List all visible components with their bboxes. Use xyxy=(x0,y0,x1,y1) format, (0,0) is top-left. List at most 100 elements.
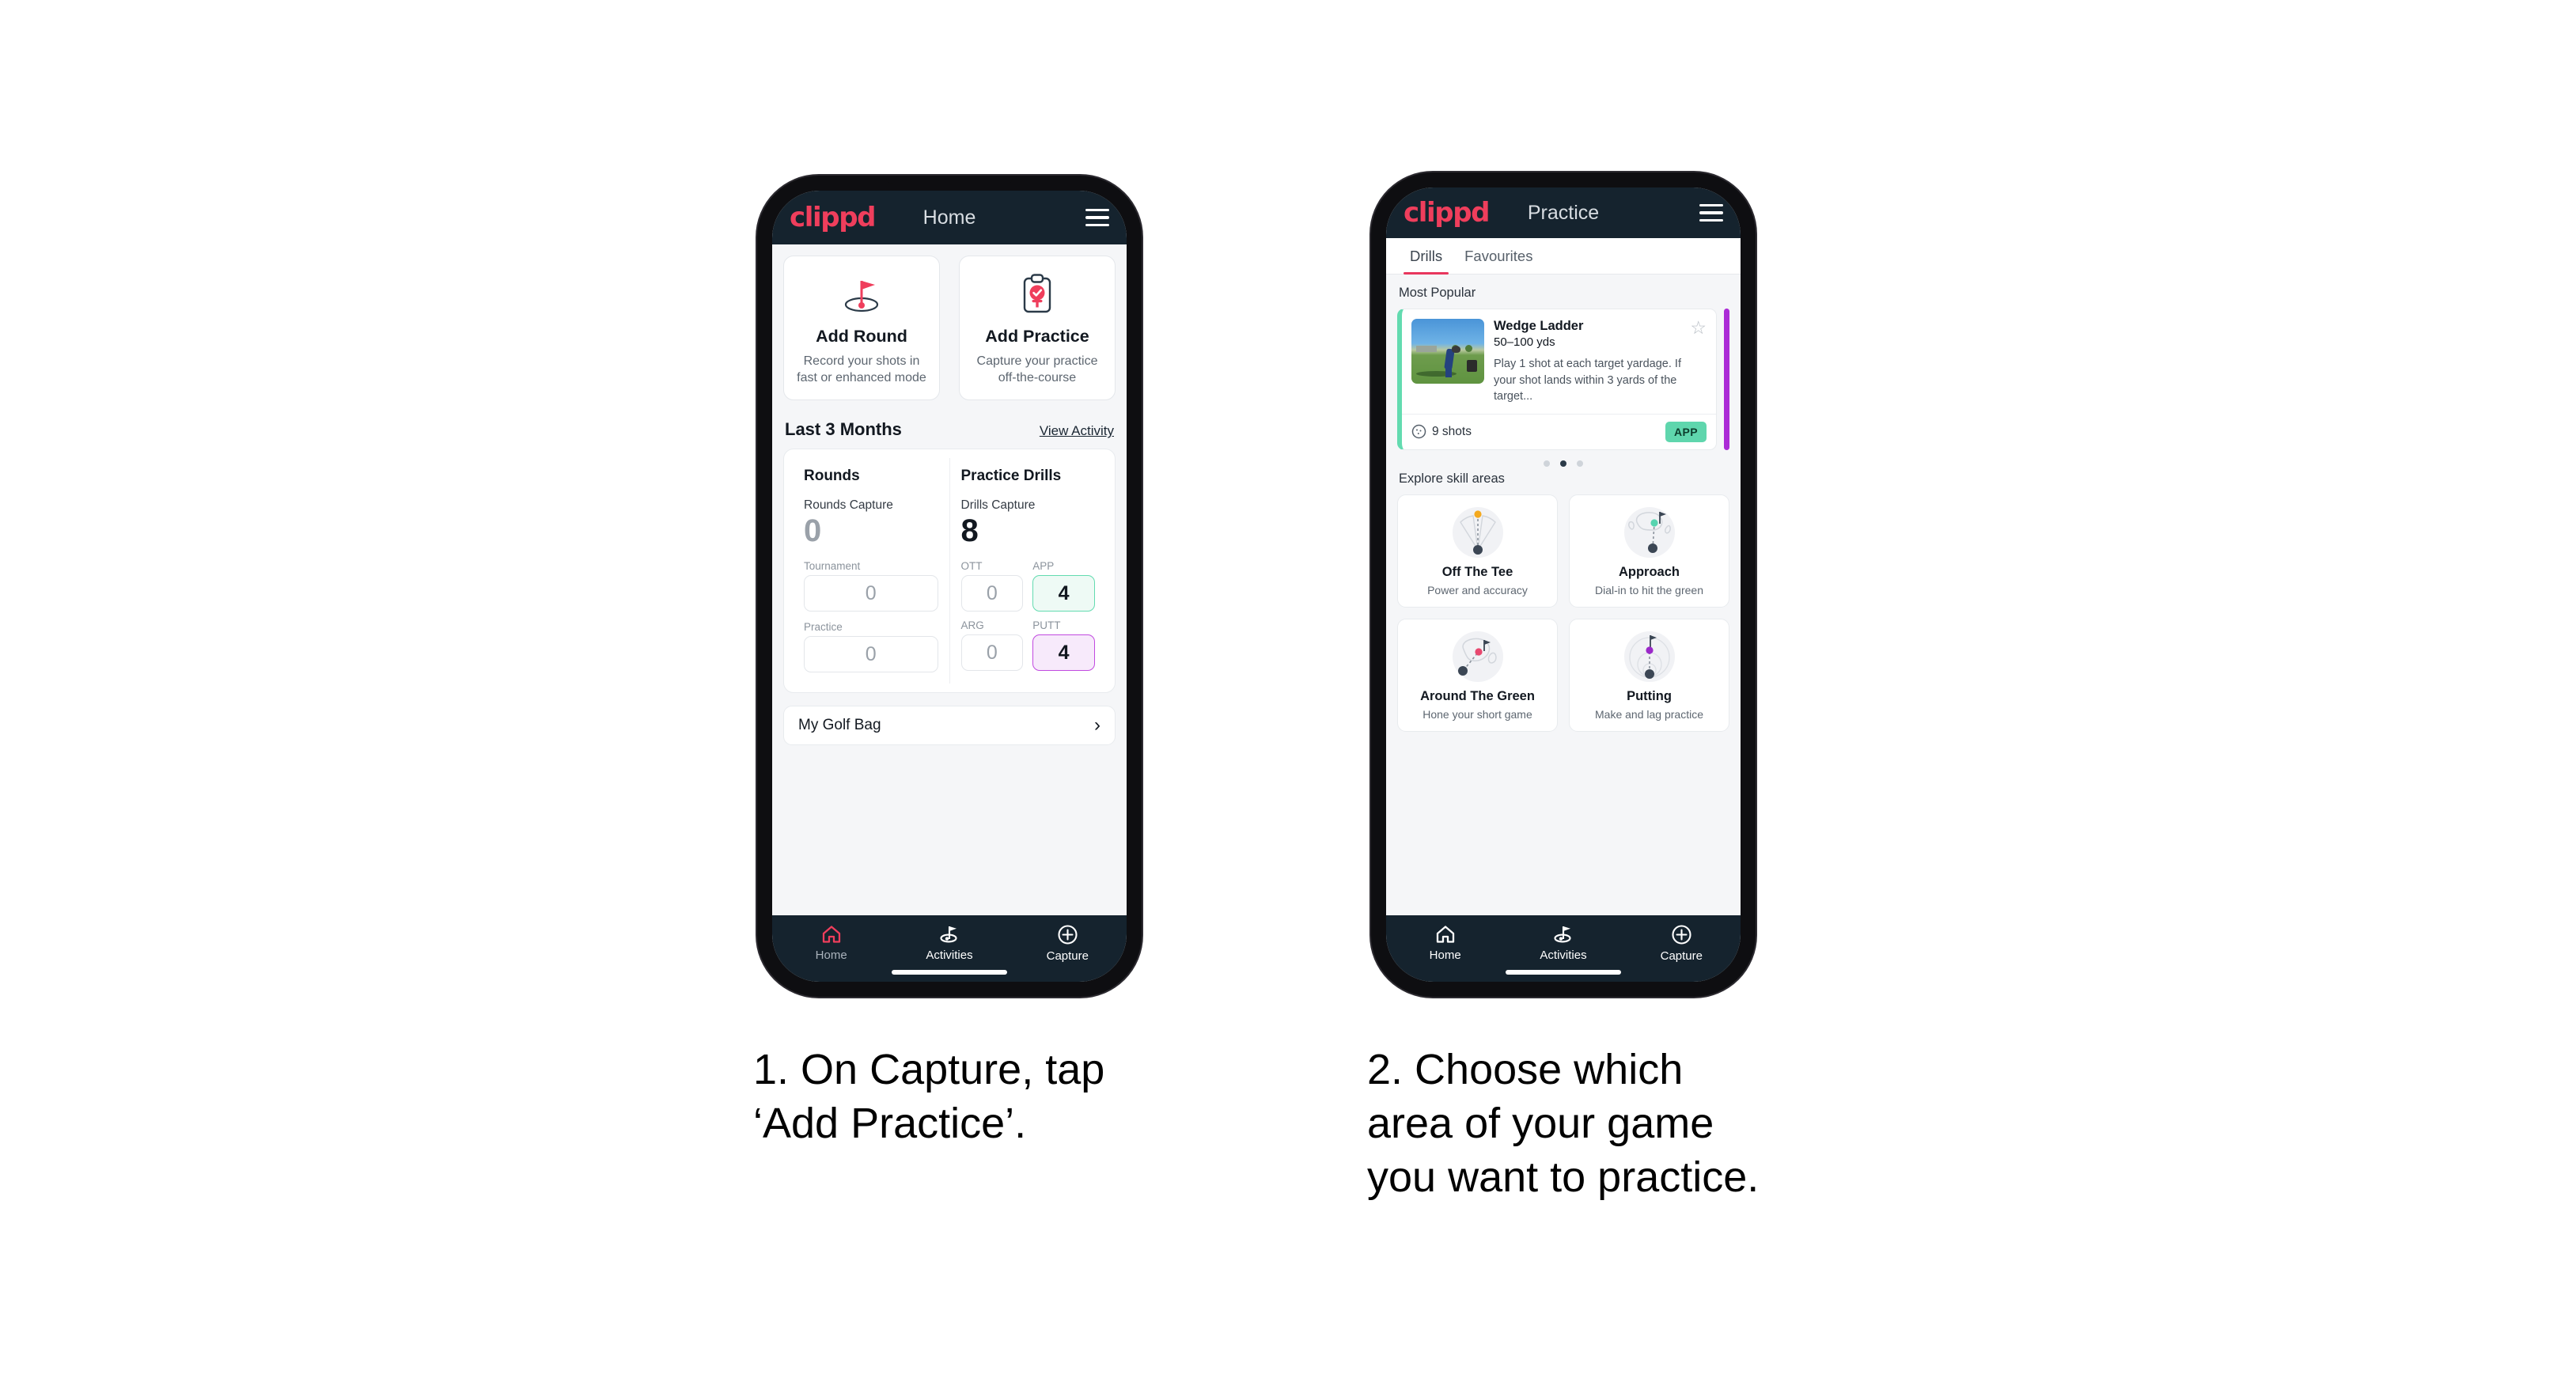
ott-value[interactable]: 0 xyxy=(960,575,1024,612)
clippd-logo[interactable]: clippd xyxy=(1404,197,1490,229)
app-bar: clippd Home xyxy=(772,191,1127,244)
nav-item-home[interactable]: Home xyxy=(1386,924,1504,963)
drill-thumbnail xyxy=(1411,319,1484,384)
hamburger-icon[interactable] xyxy=(1699,203,1723,222)
plus-circle-icon xyxy=(1058,925,1078,945)
bottom-nav-practice: Home Activities Capture xyxy=(1386,915,1741,982)
nav-label-activities: Activities xyxy=(926,949,973,962)
skill-title: Approach xyxy=(1618,564,1680,579)
nav-label-activities: Activities xyxy=(1540,949,1587,962)
hamburger-icon[interactable] xyxy=(1085,208,1109,227)
app-value[interactable]: 4 xyxy=(1032,575,1095,612)
rounds-column: Rounds Rounds Capture 0 Tournament 0 Pra… xyxy=(793,458,950,684)
golf-ball-icon xyxy=(1411,424,1426,439)
view-activity-link[interactable]: View Activity xyxy=(1040,423,1114,439)
skill-card-putting[interactable]: Putting Make and lag practice xyxy=(1569,618,1729,732)
phone-mockup-home: clippd Home Add Round Record your shots … xyxy=(757,176,1142,997)
drill-yardage: 50–100 yds xyxy=(1494,335,1555,349)
drill-tag-badge: APP xyxy=(1665,421,1707,442)
skill-subtitle: Power and accuracy xyxy=(1427,583,1528,596)
section-title: Last 3 Months xyxy=(785,419,902,440)
home-scroll-area: Add Round Record your shots in fast or e… xyxy=(772,244,1127,915)
skill-card-approach[interactable]: Approach Dial-in to hit the green xyxy=(1569,494,1729,608)
drill-carousel: Wedge Ladder 50–100 yds ☆ Play 1 shot at… xyxy=(1397,309,1729,450)
skill-area-grid: Off The Tee Power and accuracy Approach … xyxy=(1397,494,1729,732)
putt-value[interactable]: 4 xyxy=(1032,634,1095,672)
ott-label: OTT xyxy=(960,560,983,573)
app-bar: clippd Practice xyxy=(1386,187,1741,238)
golf-flag-icon xyxy=(1554,926,1571,943)
nav-item-activities[interactable]: Activities xyxy=(1504,924,1622,963)
carousel-dot[interactable] xyxy=(1577,460,1583,467)
carousel-dots xyxy=(1397,460,1729,467)
clippd-logo[interactable]: clippd xyxy=(790,202,876,233)
putt-label: PUTT xyxy=(1032,619,1061,632)
skill-card-around-the-green[interactable]: Around The Green Hone your short game xyxy=(1397,618,1558,732)
tab-drills[interactable]: Drills xyxy=(1399,238,1453,275)
next-card-peek[interactable] xyxy=(1724,309,1729,450)
rounds-capture-label: Rounds Capture xyxy=(804,498,893,513)
nav-item-activities[interactable]: Activities xyxy=(890,924,1008,963)
home-icon xyxy=(822,926,840,943)
practice-scroll-area: Most Popular Wedge Ladder 50–100 yds ☆ P… xyxy=(1386,275,1741,915)
nav-label-home: Home xyxy=(815,949,847,962)
drill-card[interactable]: Wedge Ladder 50–100 yds ☆ Play 1 shot at… xyxy=(1397,309,1717,450)
phone-screen-home: clippd Home Add Round Record your shots … xyxy=(772,191,1127,982)
my-golf-bag-label: My Golf Bag xyxy=(798,717,881,734)
skill-title: Off The Tee xyxy=(1441,564,1513,579)
add-practice-subtitle: Capture your practice off-the-course xyxy=(976,354,1098,385)
nav-item-capture[interactable]: Capture xyxy=(1009,924,1127,963)
caption-step-2: 2. Choose which area of your game you wa… xyxy=(1367,1046,1760,1202)
arg-value[interactable]: 0 xyxy=(960,634,1024,672)
add-round-title: Add Round xyxy=(816,327,907,346)
approach-green-icon xyxy=(1576,503,1722,562)
add-practice-card[interactable]: Add Practice Capture your practice off-t… xyxy=(959,256,1116,401)
my-golf-bag-row[interactable]: My Golf Bag › xyxy=(783,706,1116,746)
tournament-label: Tournament xyxy=(804,560,861,573)
skill-subtitle: Make and lag practice xyxy=(1595,707,1703,721)
explore-skill-areas-heading: Explore skill areas xyxy=(1399,471,1505,486)
putting-rings-icon xyxy=(1576,627,1722,686)
drills-column: Practice Drills Drills Capture 8 OTT 0 A… xyxy=(950,458,1107,684)
tab-favourites[interactable]: Favourites xyxy=(1453,238,1544,274)
phone-mockup-practice: clippd Practice Drills Favourites Most P… xyxy=(1371,172,1756,997)
nav-item-capture[interactable]: Capture xyxy=(1623,924,1741,963)
skill-subtitle: Dial-in to hit the green xyxy=(1595,583,1703,596)
chevron-right-icon: › xyxy=(1094,714,1100,737)
carousel-dot[interactable] xyxy=(1544,460,1550,467)
tab-bar: Drills Favourites xyxy=(1386,238,1741,275)
add-round-subtitle: Record your shots in fast or enhanced mo… xyxy=(797,354,926,385)
drills-capture-label: Drills Capture xyxy=(960,498,1036,513)
home-indicator xyxy=(892,970,1007,975)
tee-shot-fan-icon xyxy=(1404,503,1551,562)
app-label: APP xyxy=(1032,560,1055,573)
quick-action-row: Add Round Record your shots in fast or e… xyxy=(783,256,1116,401)
rounds-heading: Rounds xyxy=(804,468,860,485)
tournament-value[interactable]: 0 xyxy=(804,575,938,612)
plus-circle-icon xyxy=(1672,925,1691,945)
around-green-icon xyxy=(1404,627,1551,686)
phone-notch xyxy=(1500,172,1627,181)
add-round-card[interactable]: Add Round Record your shots in fast or e… xyxy=(783,256,940,401)
golf-flag-icon xyxy=(940,926,957,943)
drill-description: Play 1 shot at each target yardage. If y… xyxy=(1494,358,1681,403)
caption-step-1: 1. On Capture, tap ‘Add Practice’. xyxy=(753,1046,1105,1148)
stats-card: Rounds Rounds Capture 0 Tournament 0 Pra… xyxy=(783,449,1116,694)
skill-title: Around The Green xyxy=(1420,688,1535,703)
tutorial-stage: clippd Home Add Round Record your shots … xyxy=(0,0,2576,1386)
home-indicator xyxy=(1506,970,1621,975)
carousel-dot-active[interactable] xyxy=(1560,460,1566,467)
skill-title: Putting xyxy=(1627,688,1672,703)
practice-value[interactable]: 0 xyxy=(804,636,938,673)
skill-card-off-the-tee[interactable]: Off The Tee Power and accuracy xyxy=(1397,494,1558,608)
nav-label-capture: Capture xyxy=(1046,949,1089,963)
phone-notch xyxy=(886,176,1013,184)
activity-section-header: Last 3 Months View Activity xyxy=(785,419,1114,440)
nav-item-home[interactable]: Home xyxy=(772,924,890,963)
drills-capture-value: 8 xyxy=(960,513,979,549)
golf-flag-icon xyxy=(792,271,931,317)
home-icon xyxy=(1436,926,1454,943)
most-popular-heading: Most Popular xyxy=(1399,286,1476,300)
practice-label: Practice xyxy=(804,621,843,634)
star-outline-icon[interactable]: ☆ xyxy=(1690,319,1707,337)
